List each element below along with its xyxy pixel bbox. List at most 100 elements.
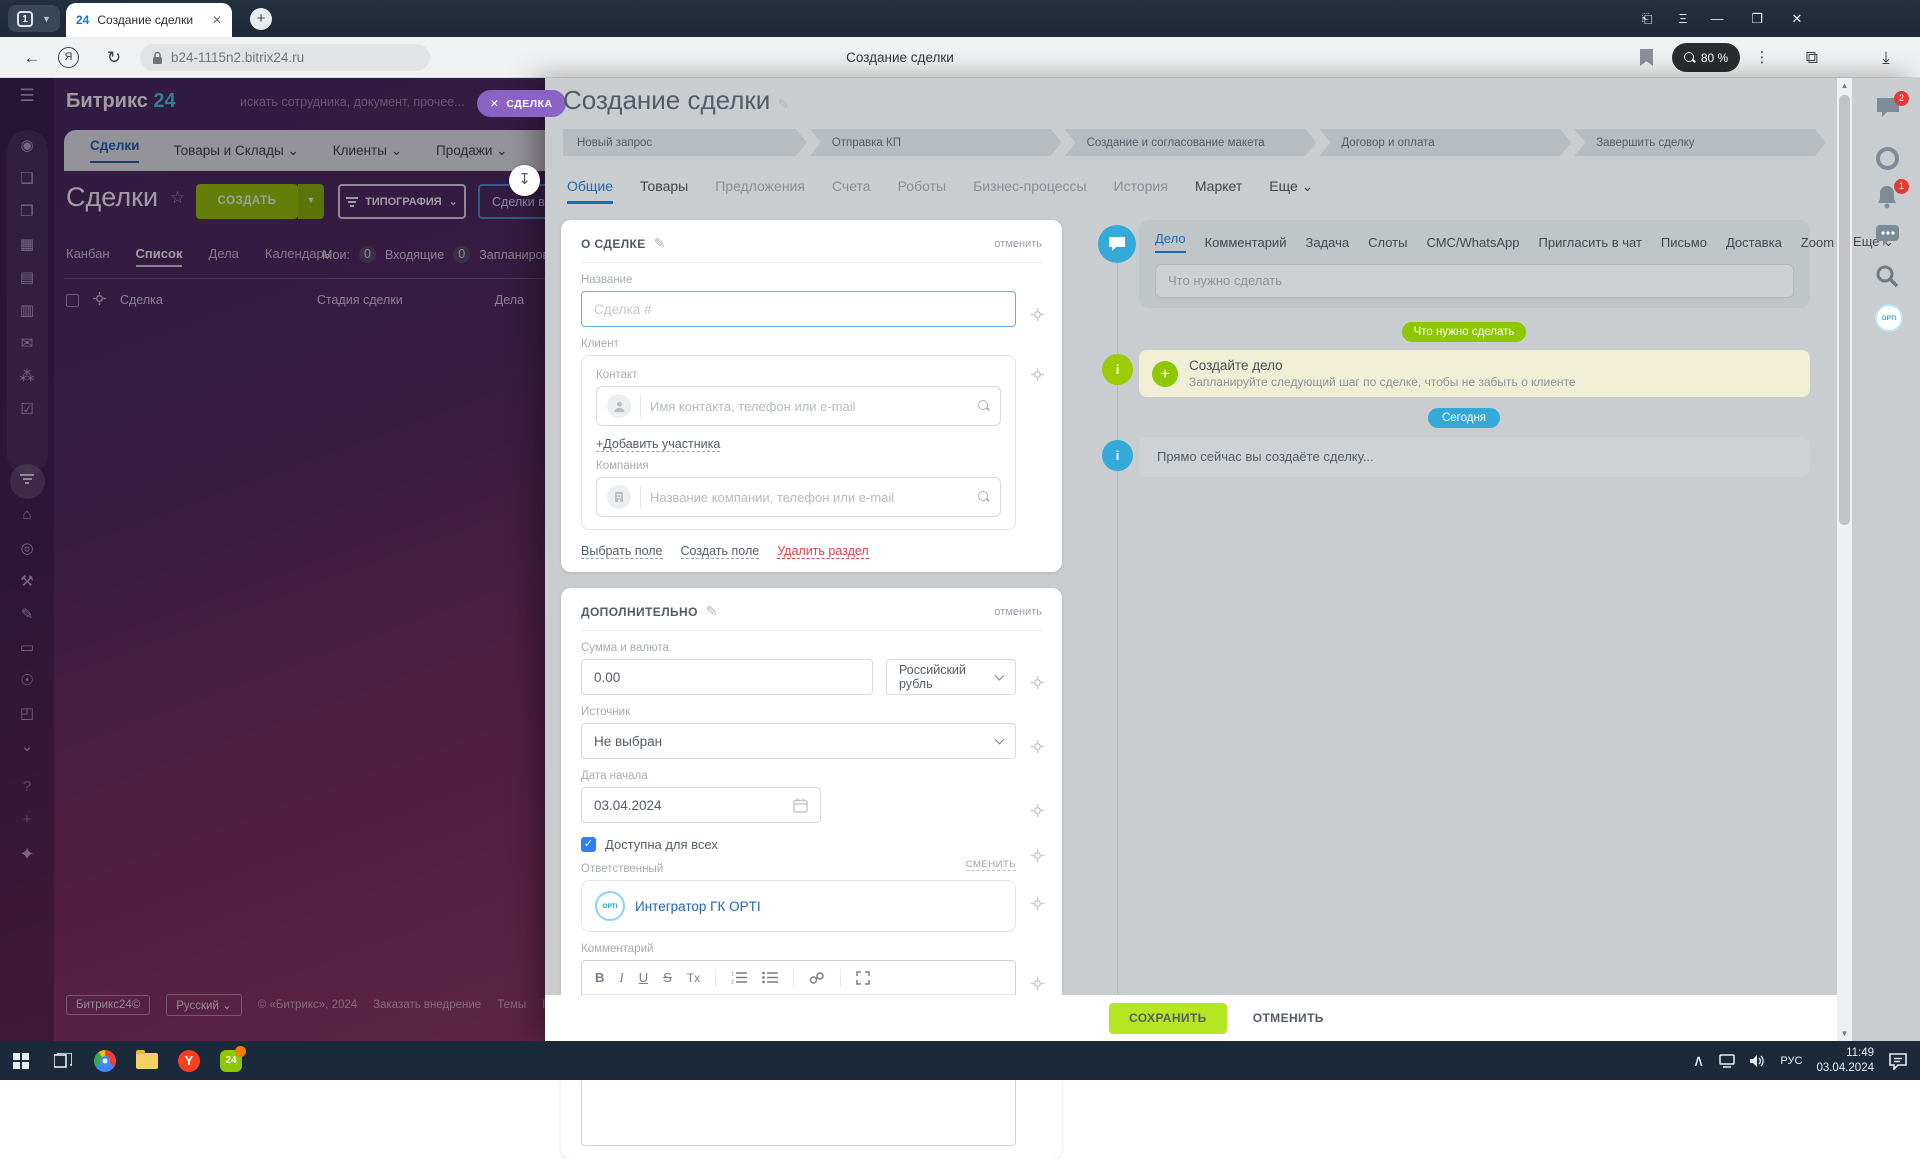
browser-more-icon[interactable]: ⋮: [1750, 37, 1774, 78]
section-cancel-link[interactable]: отменить: [994, 606, 1042, 618]
section-cancel-link[interactable]: отменить: [994, 238, 1042, 250]
underline-icon[interactable]: U: [639, 970, 648, 985]
timer-widget-icon[interactable]: [1875, 146, 1903, 174]
downloads-icon[interactable]: ⤓: [1872, 37, 1900, 78]
edit-section-pencil-icon[interactable]: ✎: [654, 235, 666, 252]
minimize-button[interactable]: —: [1700, 0, 1734, 37]
tab-comment[interactable]: Комментарий: [1205, 235, 1287, 250]
network-icon[interactable]: [1718, 1054, 1736, 1068]
file-explorer-icon[interactable]: [126, 1041, 168, 1080]
italic-icon[interactable]: I: [619, 970, 623, 986]
add-participant-link[interactable]: +Добавить участника: [596, 437, 720, 452]
notifications-bell-icon[interactable]: 1: [1875, 184, 1903, 212]
numbered-list-icon[interactable]: 12: [731, 971, 747, 984]
slider-collapse-button[interactable]: ↧: [509, 165, 540, 196]
choose-field-link[interactable]: Выбрать поле: [581, 544, 663, 559]
edit-title-pencil-icon[interactable]: ✎: [778, 96, 790, 112]
address-bar[interactable]: b24-1115n2.bitrix24.ru: [140, 44, 430, 71]
tab-invite-chat[interactable]: Пригласить в чат: [1539, 235, 1642, 250]
back-icon[interactable]: ←: [16, 37, 48, 78]
create-field-link[interactable]: Создать поле: [681, 544, 760, 559]
expand-icon[interactable]: [856, 971, 870, 985]
field-gear-icon[interactable]: [1031, 308, 1044, 326]
tab-bizproc[interactable]: Бизнес-процессы: [973, 178, 1086, 204]
tab-quotes[interactable]: Предложения: [715, 178, 805, 204]
bitrix24-app-icon[interactable]: 24: [210, 1041, 252, 1080]
scroll-up-arrow[interactable]: ▲: [1837, 78, 1852, 93]
tab-slots[interactable]: Слоты: [1368, 235, 1407, 250]
profile-avatar[interactable]: OPTI: [1875, 304, 1903, 332]
scroll-down-arrow[interactable]: ▼: [1837, 1026, 1852, 1041]
tab-letter[interactable]: Письмо: [1661, 235, 1707, 250]
company-input[interactable]: Название компании, телефон или e-mail: [596, 477, 1001, 517]
slider-scrollbar[interactable]: ▲ ▼: [1837, 78, 1852, 1041]
search-icon[interactable]: [978, 491, 990, 503]
start-button[interactable]: [0, 1041, 42, 1080]
tab-sms[interactable]: СМС/WhatsApp: [1426, 235, 1519, 250]
tab-zoom[interactable]: Zoom: [1801, 235, 1834, 250]
tab-group-button[interactable]: 1 ▼: [8, 5, 60, 32]
task-view-button[interactable]: [42, 1041, 84, 1080]
tab-delivery[interactable]: Доставка: [1726, 235, 1782, 250]
tab-deed[interactable]: Дело: [1155, 231, 1186, 253]
change-responsible-link[interactable]: сменить: [966, 859, 1016, 871]
field-gear-icon[interactable]: [1031, 897, 1044, 915]
close-button[interactable]: ✕: [1780, 0, 1814, 37]
field-gear-icon[interactable]: [1031, 368, 1044, 386]
language-indicator[interactable]: РУС: [1780, 1055, 1802, 1067]
responsible-name-link[interactable]: Интегратор ГК OPTI: [635, 899, 761, 914]
refresh-icon[interactable]: ↻: [98, 37, 130, 78]
available-checkbox[interactable]: ✓: [581, 837, 596, 852]
stage-item[interactable]: Отправка КП: [810, 129, 1062, 156]
chat-widget-icon[interactable]: 2: [1875, 96, 1903, 124]
restore-button[interactable]: ❐: [1740, 0, 1774, 37]
new-tab-button[interactable]: +: [250, 8, 272, 30]
strikethrough-icon[interactable]: S: [663, 970, 672, 985]
edit-section-pencil-icon[interactable]: ✎: [706, 603, 718, 620]
contact-input[interactable]: Имя контакта, телефон или e-mail: [596, 386, 1001, 426]
stage-item[interactable]: Новый запрос: [563, 129, 807, 156]
volume-icon[interactable]: [1750, 1054, 1766, 1068]
extensions-icon[interactable]: ⧉: [1798, 37, 1826, 78]
bold-icon[interactable]: B: [595, 970, 604, 985]
field-gear-icon[interactable]: [1031, 804, 1044, 822]
tab-general[interactable]: Общие: [567, 178, 613, 204]
tab-close-icon[interactable]: ✕: [212, 13, 222, 27]
support-chat-icon[interactable]: [1875, 224, 1903, 252]
clear-format-icon[interactable]: Tx: [687, 971, 700, 985]
link-icon[interactable]: [809, 971, 825, 985]
yandex-browser-icon[interactable]: Y: [168, 1041, 210, 1080]
plus-icon[interactable]: +: [1152, 361, 1178, 387]
zoom-level-badge[interactable]: 80 %: [1672, 43, 1740, 72]
browser-menu-icon[interactable]: Ξ: [1666, 0, 1700, 37]
source-select[interactable]: Не выбран: [581, 723, 1016, 759]
bookmark-icon[interactable]: [1640, 49, 1653, 66]
sum-input[interactable]: 0.00: [581, 659, 873, 695]
search-icon[interactable]: [978, 400, 990, 412]
bullet-list-icon[interactable]: [762, 971, 778, 984]
taskbar-clock[interactable]: 11:49 03.04.2024: [1816, 1046, 1874, 1076]
deal-name-input[interactable]: Сделка #: [581, 291, 1016, 327]
field-gear-icon[interactable]: [1031, 740, 1044, 758]
save-button[interactable]: СОХРАНИТЬ: [1109, 1003, 1227, 1034]
action-center-icon[interactable]: [1888, 1052, 1908, 1070]
delete-section-link[interactable]: Удалить раздел: [777, 544, 869, 559]
currency-select[interactable]: Российский рубль: [886, 659, 1016, 695]
slider-close-button[interactable]: ✕ СДЕЛКА: [477, 90, 566, 117]
tab-invoices[interactable]: Счета: [832, 178, 871, 204]
search-widget-icon[interactable]: [1875, 264, 1903, 292]
yandex-icon[interactable]: Я: [58, 47, 79, 68]
tab-robots[interactable]: Роботы: [898, 178, 946, 204]
tab-task[interactable]: Задача: [1305, 235, 1349, 250]
scrollbar-thumb[interactable]: [1839, 95, 1850, 525]
cancel-button[interactable]: ОТМЕНИТЬ: [1253, 1011, 1324, 1025]
create-deed-card[interactable]: + Создайте дело Запланируйте следующий ш…: [1139, 350, 1810, 397]
browser-tab[interactable]: 24 Создание сделки ✕: [66, 3, 232, 37]
tab-products[interactable]: Товары: [640, 178, 688, 204]
deed-input[interactable]: Что нужно сделать: [1155, 264, 1794, 298]
field-gear-icon[interactable]: [1031, 676, 1044, 694]
field-gear-icon[interactable]: [1031, 977, 1044, 995]
sidebar-panel-icon[interactable]: ⎗: [1630, 0, 1664, 37]
tray-expand-icon[interactable]: ∧: [1693, 1051, 1705, 1071]
start-date-input[interactable]: 03.04.2024: [581, 787, 821, 823]
